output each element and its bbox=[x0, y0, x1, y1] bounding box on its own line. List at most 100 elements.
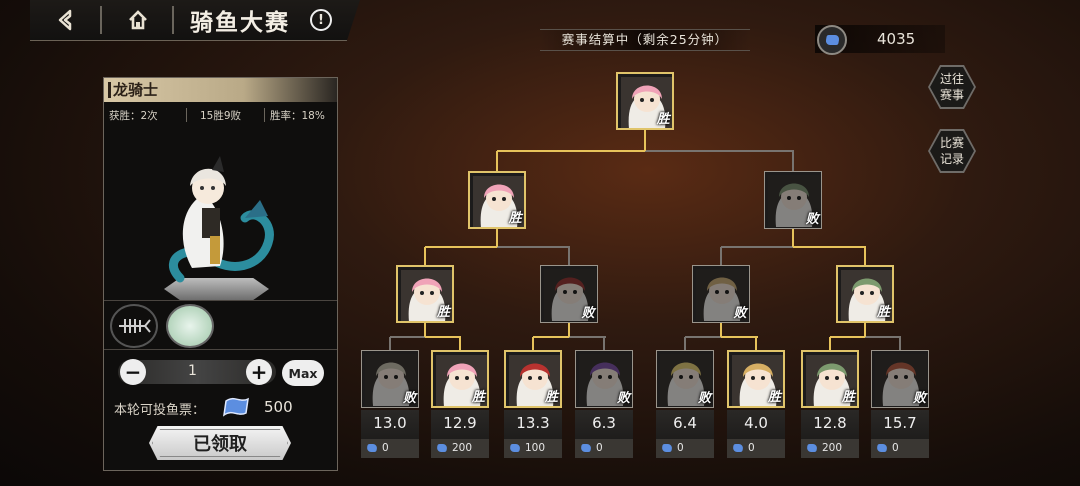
sf-connector-bar bbox=[645, 150, 794, 152]
bet-row: 200 bbox=[431, 439, 489, 458]
bet-amount: 0 bbox=[748, 442, 755, 454]
r1-connector-bar bbox=[569, 336, 606, 338]
r1-connector-drop bbox=[389, 337, 391, 350]
fish-ticket-icon bbox=[509, 444, 521, 452]
sf-connector-drop bbox=[792, 151, 794, 171]
bet-row: 0 bbox=[871, 439, 929, 458]
bet-amount: 0 bbox=[596, 442, 603, 454]
fish-ticket-icon bbox=[732, 444, 744, 452]
odds-box[interactable]: 12.9 200 bbox=[431, 410, 489, 458]
quarterfinal-card[interactable]: 胜 bbox=[836, 265, 894, 323]
semifinal-card[interactable]: 胜 bbox=[467, 171, 526, 229]
qf-connector-stem bbox=[496, 229, 498, 247]
match-result-label: 胜 bbox=[436, 305, 450, 320]
odds-value: 4.0 bbox=[744, 414, 768, 432]
r1-connector-bar bbox=[721, 336, 758, 338]
bet-row: 200 bbox=[801, 439, 859, 458]
first-round-card[interactable]: 败 bbox=[361, 350, 419, 408]
bet-amount: 0 bbox=[892, 442, 899, 454]
r1-connector-stem bbox=[424, 323, 426, 337]
match-result-label: 胜 bbox=[841, 390, 855, 405]
first-round-card[interactable]: 胜 bbox=[431, 350, 489, 408]
fish-ticket-icon bbox=[580, 444, 592, 452]
first-round-card[interactable]: 胜 bbox=[504, 350, 562, 408]
quarterfinal-card[interactable]: 败 bbox=[691, 265, 750, 323]
bet-amount: 0 bbox=[677, 442, 684, 454]
bet-row: 0 bbox=[656, 439, 714, 458]
fish-ticket-icon bbox=[876, 444, 888, 452]
r1-connector-bar bbox=[390, 336, 426, 338]
tournament-bracket: 胜胜败胜败败胜败 13.0 0 胜 12.9 200 胜 13.3 100 败 6.3 0 败 6.4 0 胜… bbox=[0, 0, 1080, 486]
odds-value: 6.3 bbox=[592, 414, 616, 432]
bet-amount: 200 bbox=[452, 442, 473, 454]
first-round-card[interactable]: 胜 bbox=[801, 350, 859, 408]
bet-row: 0 bbox=[575, 439, 633, 458]
odds-box[interactable]: 13.0 0 bbox=[361, 410, 419, 458]
final-winner-card[interactable]: 胜 bbox=[615, 72, 674, 130]
r1-connector-stem bbox=[720, 323, 722, 337]
bet-amount: 0 bbox=[382, 442, 389, 454]
bet-amount: 200 bbox=[822, 442, 843, 454]
qf-connector-drop bbox=[864, 247, 866, 265]
fish-ticket-icon bbox=[366, 444, 378, 452]
match-result-label: 败 bbox=[733, 306, 747, 321]
r1-connector-bar bbox=[865, 336, 901, 338]
odds-value: 6.4 bbox=[673, 414, 697, 432]
odds-box[interactable]: 15.7 0 bbox=[871, 410, 929, 458]
r1-connector-stem bbox=[568, 323, 570, 337]
fish-ticket-icon bbox=[661, 444, 673, 452]
r1-connector-drop bbox=[603, 337, 605, 350]
r1-connector-drop bbox=[684, 337, 686, 350]
fish-ticket-icon bbox=[806, 444, 818, 452]
odds-value: 12.9 bbox=[443, 414, 477, 432]
r1-connector-drop bbox=[532, 337, 534, 350]
first-round-card[interactable]: 败 bbox=[575, 350, 633, 408]
match-result-label: 败 bbox=[697, 391, 711, 406]
r1-connector-drop bbox=[755, 337, 757, 350]
bet-row: 0 bbox=[361, 439, 419, 458]
quarterfinal-card[interactable]: 败 bbox=[539, 265, 598, 323]
first-round-card[interactable]: 败 bbox=[871, 350, 929, 408]
r1-connector-bar bbox=[685, 336, 722, 338]
r1-connector-drop bbox=[459, 337, 461, 350]
odds-box[interactable]: 12.8 200 bbox=[801, 410, 859, 458]
r1-connector-stem bbox=[864, 323, 866, 337]
odds-box[interactable]: 6.4 0 bbox=[656, 410, 714, 458]
match-result-label: 胜 bbox=[876, 305, 890, 320]
qf-connector-bar bbox=[793, 246, 866, 248]
odds-box[interactable]: 6.3 0 bbox=[575, 410, 633, 458]
qf-connector-drop bbox=[424, 247, 426, 265]
r1-connector-drop bbox=[829, 337, 831, 350]
sf-connector-bar bbox=[497, 150, 646, 152]
qf-connector-bar bbox=[425, 246, 498, 248]
match-result-label: 败 bbox=[912, 391, 926, 406]
sf-connector-drop bbox=[496, 151, 498, 171]
bet-row: 100 bbox=[504, 439, 562, 458]
match-result-label: 败 bbox=[616, 391, 630, 406]
match-result-label: 胜 bbox=[471, 390, 485, 405]
quarterfinal-card[interactable]: 胜 bbox=[396, 265, 454, 323]
qf-connector-bar bbox=[497, 246, 570, 248]
match-result-label: 胜 bbox=[656, 112, 670, 127]
first-round-card[interactable]: 胜 bbox=[727, 350, 785, 408]
odds-box[interactable]: 4.0 0 bbox=[727, 410, 785, 458]
bet-row: 0 bbox=[727, 439, 785, 458]
qf-connector-drop bbox=[720, 247, 722, 265]
match-result-label: 胜 bbox=[544, 390, 558, 405]
semifinal-card[interactable]: 败 bbox=[763, 171, 822, 229]
qf-connector-bar bbox=[721, 246, 794, 248]
fish-ticket-icon bbox=[436, 444, 448, 452]
match-result-label: 败 bbox=[805, 212, 819, 227]
match-result-label: 败 bbox=[402, 391, 416, 406]
odds-value: 13.3 bbox=[516, 414, 550, 432]
r1-connector-bar bbox=[830, 336, 866, 338]
odds-value: 13.0 bbox=[373, 414, 407, 432]
odds-box[interactable]: 13.3 100 bbox=[504, 410, 562, 458]
r1-connector-bar bbox=[425, 336, 461, 338]
first-round-card[interactable]: 败 bbox=[656, 350, 714, 408]
r1-connector-drop bbox=[899, 337, 901, 350]
r1-connector-bar bbox=[533, 336, 570, 338]
bet-amount: 100 bbox=[525, 442, 546, 454]
odds-value: 15.7 bbox=[883, 414, 917, 432]
match-result-label: 胜 bbox=[508, 211, 522, 226]
